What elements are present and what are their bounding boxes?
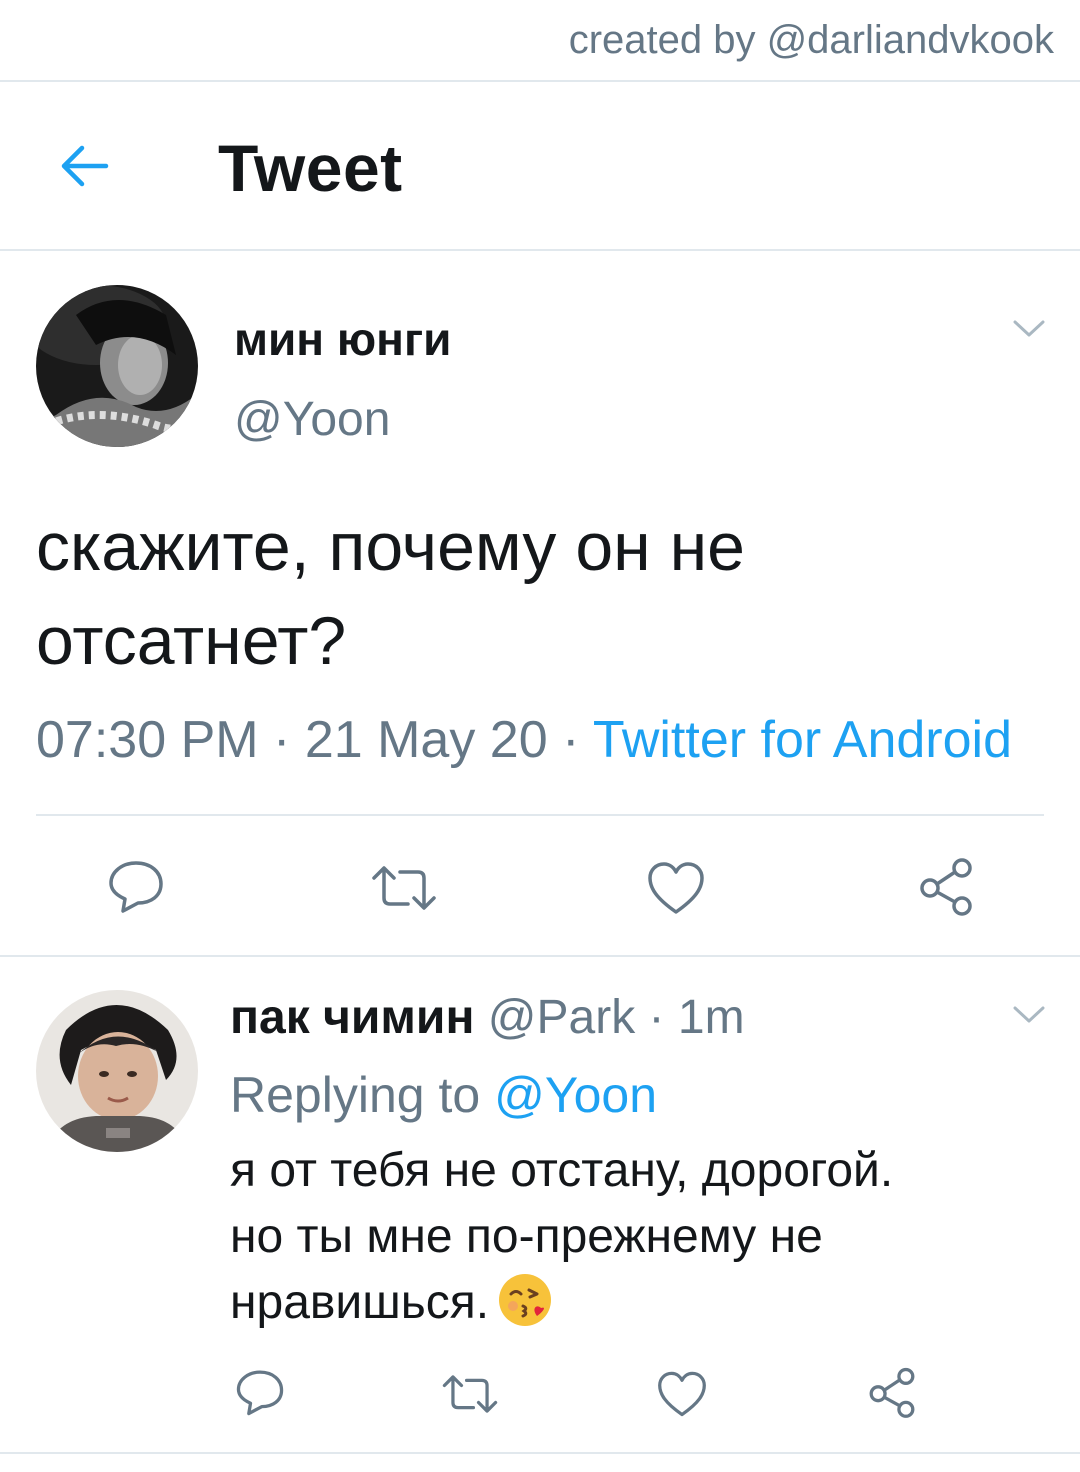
share-icon	[869, 1367, 915, 1418]
reply-icon	[236, 1370, 284, 1416]
replying-to-mention[interactable]: @Yoon	[494, 1067, 657, 1123]
tweet-text: скажите, почему он не отсатнет?	[36, 500, 1036, 688]
divider	[0, 249, 1080, 251]
meta-separator: ·	[648, 991, 665, 1044]
avatar[interactable]	[36, 285, 198, 447]
watermark-credit: created by @darliandvkook	[568, 18, 1054, 62]
meta-separator: ·	[562, 711, 580, 769]
reply-text-line: но ты мне по-прежнему не	[230, 1210, 823, 1263]
divider	[0, 80, 1080, 82]
back-button[interactable]	[52, 138, 116, 194]
divider	[36, 814, 1044, 816]
tweet-text-line: отсатнет?	[36, 603, 347, 679]
chevron-down-icon	[1013, 1006, 1045, 1023]
tweet-time: 07:30 PM	[36, 711, 259, 769]
tweet-source-link[interactable]: Twitter for Android	[593, 711, 1012, 769]
like-button[interactable]	[640, 852, 712, 924]
heart-icon	[658, 1371, 706, 1417]
reply-text-line: я от тебя не отстану, дорогой.	[230, 1144, 894, 1197]
tweet-date: 21 May 20	[304, 711, 548, 769]
author-handle[interactable]: @Yoon	[234, 392, 390, 447]
reply-age: 1m	[677, 991, 745, 1044]
retweet-button[interactable]	[368, 852, 440, 924]
heart-icon	[648, 862, 704, 914]
tweet-options-button[interactable]	[1012, 318, 1046, 345]
share-icon	[920, 858, 972, 916]
tweet-text-line: скажите, почему он не	[36, 509, 745, 585]
reply-text-line-last: нравишься.	[230, 1270, 1030, 1346]
meta-separator: ·	[273, 711, 291, 769]
reply-options-button[interactable]	[1012, 1004, 1046, 1031]
reply-like-button[interactable]	[650, 1362, 714, 1426]
reply-avatar[interactable]	[36, 990, 198, 1152]
divider	[0, 1452, 1080, 1454]
reply-text: я от тебя не отстану, дорогой. но ты мне…	[230, 1138, 1030, 1346]
author-display-name[interactable]: мин юнги	[234, 312, 451, 366]
reply-header: пак чимин @Park · 1m	[230, 990, 745, 1045]
reply-reply-button[interactable]	[228, 1360, 292, 1424]
face-blowing-kiss-emoji	[497, 1272, 553, 1346]
share-button[interactable]	[910, 850, 982, 922]
reply-author-handle[interactable]: @Park	[488, 991, 635, 1044]
replying-to-label: Replying to	[230, 1067, 481, 1123]
replying-to: Replying to @Yoon	[230, 1066, 657, 1124]
divider	[0, 955, 1080, 957]
tweet-meta: 07:30 PM · 21 May 20 · Twitter for Andro…	[36, 710, 1012, 770]
retweet-icon	[372, 866, 436, 910]
reply-author-display-name[interactable]: пак чимин	[230, 991, 474, 1044]
reply-text-line: нравишься.	[230, 1276, 490, 1329]
reply-share-button[interactable]	[860, 1360, 924, 1424]
reply-retweet-button[interactable]	[438, 1362, 502, 1426]
page-title: Tweet	[218, 131, 403, 205]
chevron-down-icon	[1013, 320, 1045, 337]
reply-icon	[109, 861, 163, 913]
arrow-left-icon	[61, 145, 109, 187]
reply-button[interactable]	[100, 850, 172, 922]
retweet-icon	[442, 1375, 498, 1413]
